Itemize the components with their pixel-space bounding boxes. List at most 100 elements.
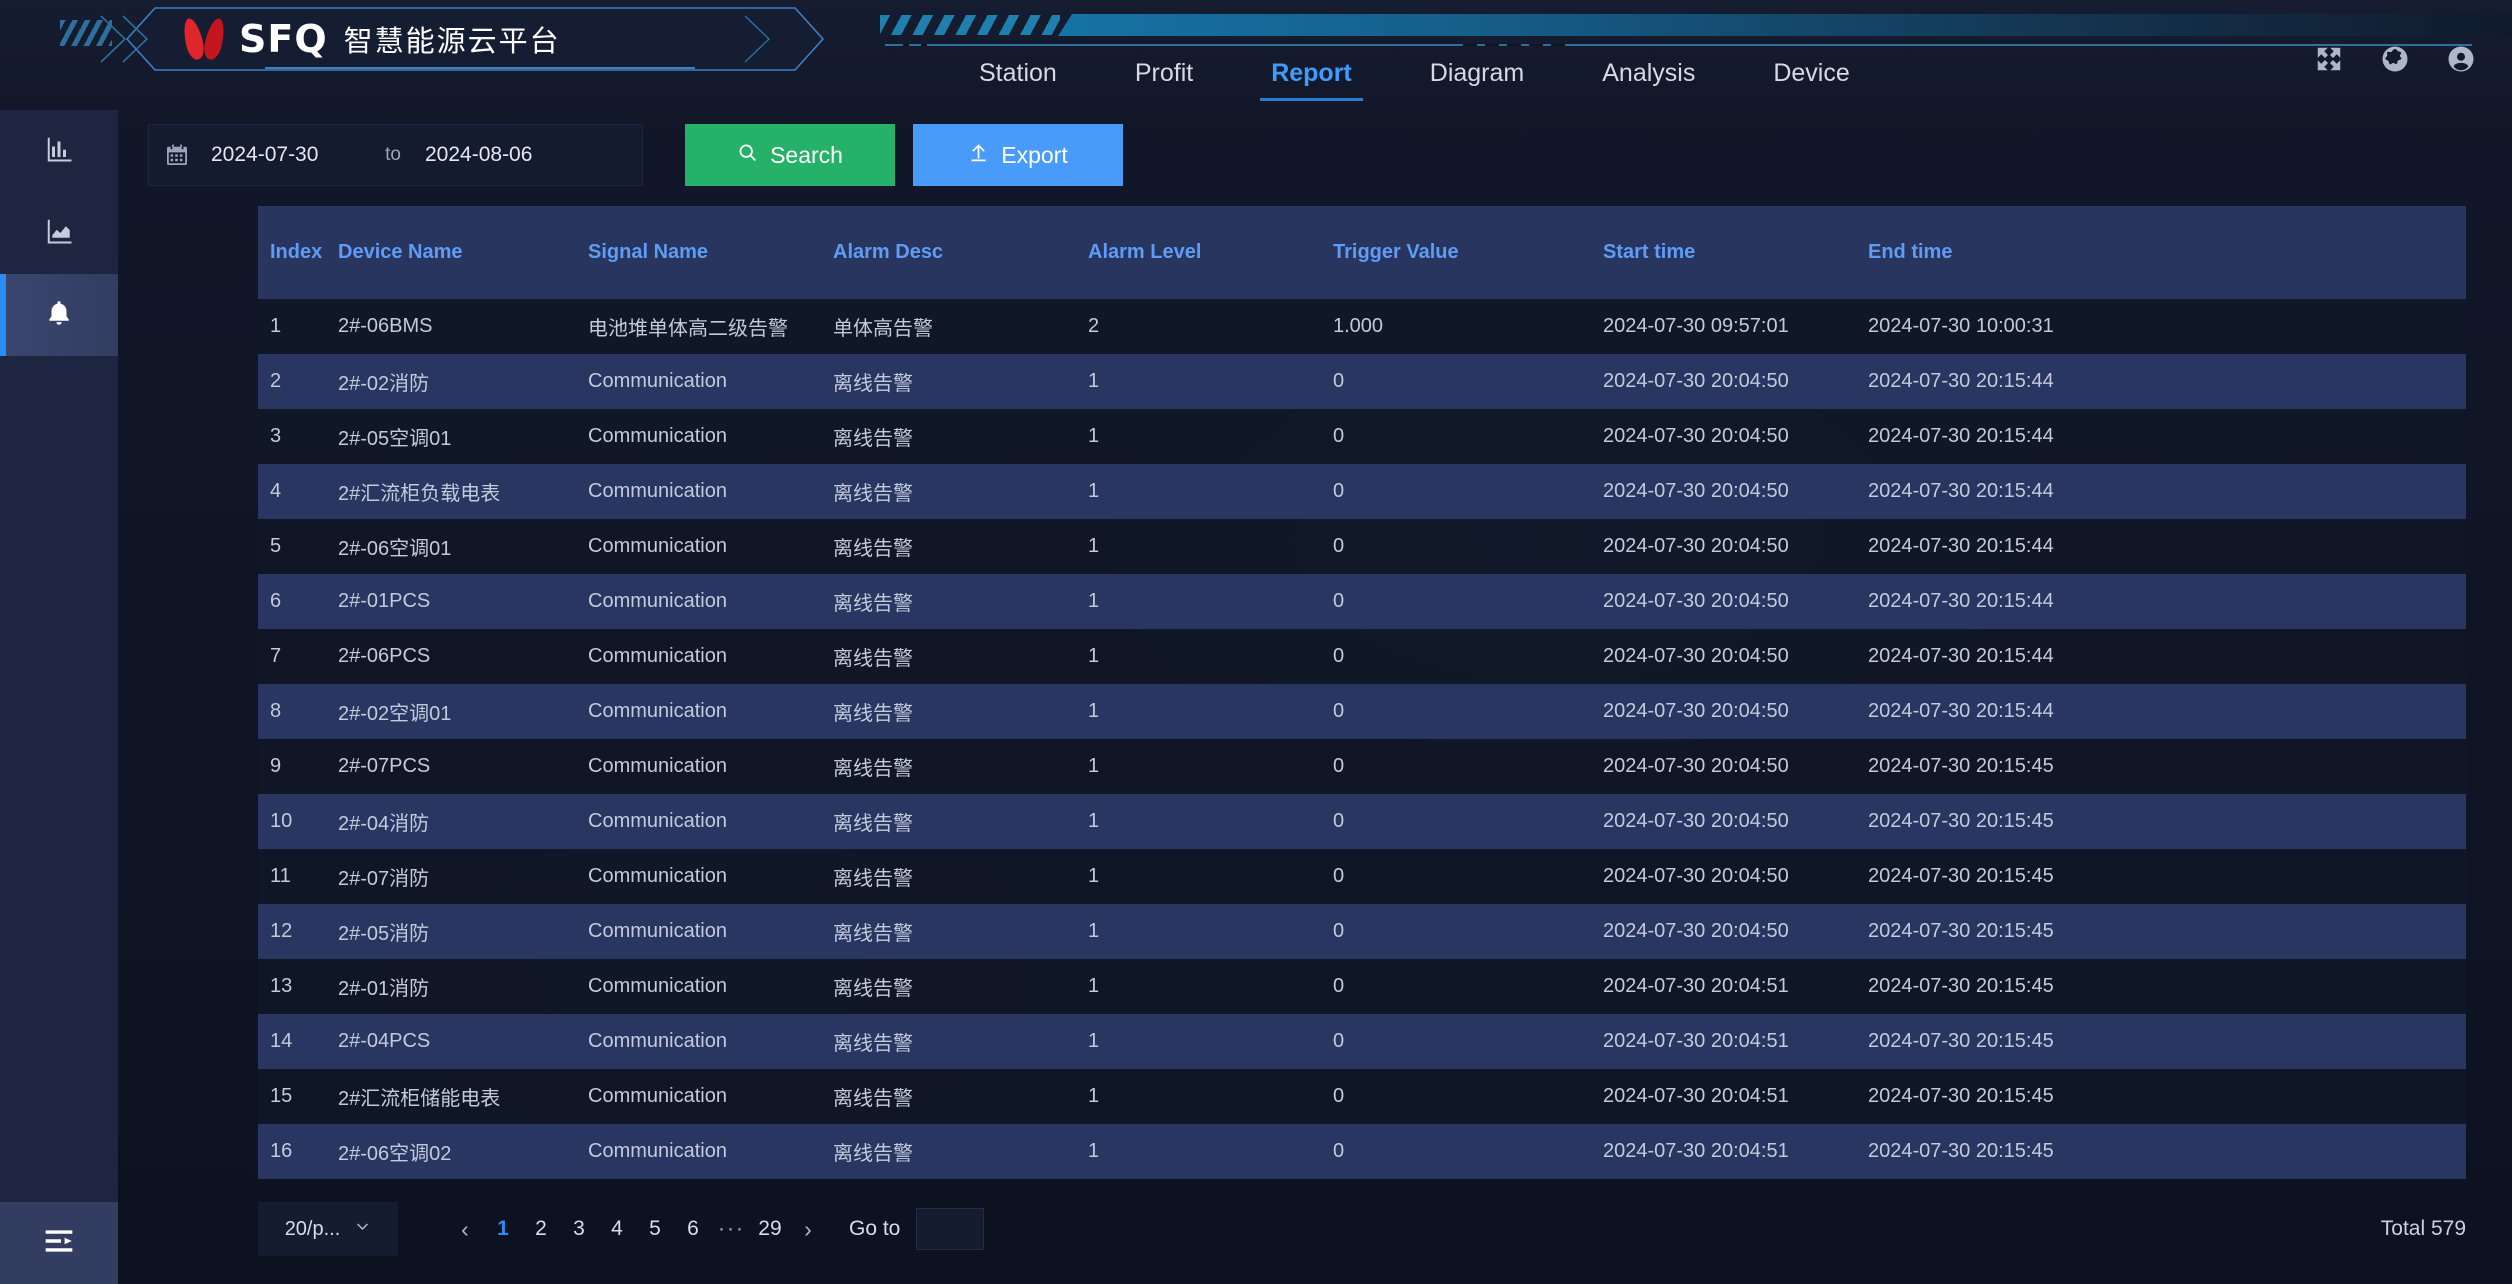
sidebar-collapse-button[interactable] bbox=[0, 1202, 118, 1284]
cell-index: 15 bbox=[258, 1069, 326, 1124]
cell-start-time: 2024-07-30 20:04:51 bbox=[1591, 1014, 1856, 1069]
brand-abbr: SFQ bbox=[239, 17, 328, 61]
cell-device-name: 2#-01消防 bbox=[326, 959, 576, 1014]
column-header-index[interactable]: Index bbox=[258, 206, 326, 299]
nav-label: Diagram bbox=[1429, 58, 1525, 87]
table-row[interactable]: 2 2#-02消防 Communication 离线告警 1 0 2024-07-30 20… bbox=[258, 354, 2466, 409]
cell-signal-name: Communication bbox=[576, 629, 821, 684]
table-row[interactable]: 16 2#-06空调02 Communication 离线告警 1 0 2024-07-30… bbox=[258, 1124, 2466, 1179]
cell-signal-name: Communication bbox=[576, 959, 821, 1014]
column-header-end-time[interactable]: End time bbox=[1856, 206, 2466, 299]
cell-device-name: 2#-06空调01 bbox=[326, 519, 576, 574]
page-size-label: 20/p... bbox=[284, 1217, 341, 1240]
page-button-1[interactable]: 1 bbox=[484, 1208, 522, 1250]
cell-device-name: 2#-07消防 bbox=[326, 849, 576, 904]
cell-device-name: 2#-01PCS bbox=[326, 574, 576, 629]
table-row[interactable]: 1 2#-06BMS 电池堆单体高二级告警 单体高告警 2 1.000 2024-07-30… bbox=[258, 299, 2466, 354]
search-button[interactable]: Search bbox=[685, 124, 895, 186]
column-header-start-time[interactable]: Start time bbox=[1591, 206, 1856, 299]
column-header-alarm-desc[interactable]: Alarm Desc bbox=[821, 206, 1076, 299]
export-button[interactable]: Export bbox=[913, 124, 1123, 186]
prev-page-button[interactable]: ‹ bbox=[446, 1208, 484, 1250]
nav-item-analysis[interactable]: Analysis bbox=[1563, 52, 1734, 94]
column-header-trigger-value[interactable]: Trigger Value bbox=[1321, 206, 1591, 299]
nav-item-station[interactable]: Station bbox=[940, 52, 1096, 94]
cell-trigger-value: 0 bbox=[1321, 354, 1591, 409]
goto-page-input[interactable] bbox=[916, 1208, 985, 1250]
nav-item-profit[interactable]: Profit bbox=[1096, 52, 1232, 94]
cell-alarm-level: 1 bbox=[1076, 959, 1321, 1014]
column-header-alarm-level[interactable]: Alarm Level bbox=[1076, 206, 1321, 299]
cell-device-name: 2#-02消防 bbox=[326, 354, 576, 409]
cell-device-name: 2#-05空调01 bbox=[326, 409, 576, 464]
cell-alarm-level: 1 bbox=[1076, 1014, 1321, 1069]
page-button-4[interactable]: 4 bbox=[598, 1208, 636, 1250]
table-row[interactable]: 15 2#汇流柜储能电表 Communication 离线告警 1 0 2024-07-30… bbox=[258, 1069, 2466, 1124]
table-row[interactable]: 4 2#汇流柜负载电表 Communication 离线告警 1 0 2024-07-30 … bbox=[258, 464, 2466, 519]
page-button-2[interactable]: 2 bbox=[522, 1208, 560, 1250]
table-row[interactable]: 11 2#-07消防 Communication 离线告警 1 0 2024-07-30 2… bbox=[258, 849, 2466, 904]
cell-end-time: 2024-07-30 20:15:45 bbox=[1856, 1014, 2466, 1069]
page-button-6[interactable]: 6 bbox=[674, 1208, 712, 1250]
column-header-signal-name[interactable]: Signal Name bbox=[576, 206, 821, 299]
cell-index: 3 bbox=[258, 409, 326, 464]
cell-trigger-value: 0 bbox=[1321, 1124, 1591, 1179]
end-date-value[interactable]: 2024-08-06 bbox=[425, 143, 575, 167]
table-row[interactable]: 8 2#-02空调01 Communication 离线告警 1 0 2024-07-30 … bbox=[258, 684, 2466, 739]
page-ellipsis[interactable]: ··· bbox=[712, 1208, 751, 1250]
next-page-button[interactable]: › bbox=[789, 1208, 827, 1250]
chevron-down-icon bbox=[354, 1218, 371, 1241]
page-button-3[interactable]: 3 bbox=[560, 1208, 598, 1250]
cell-start-time: 2024-07-30 20:04:50 bbox=[1591, 464, 1856, 519]
cell-start-time: 2024-07-30 20:04:51 bbox=[1591, 1124, 1856, 1179]
cell-signal-name: Communication bbox=[576, 574, 821, 629]
fullscreen-icon[interactable] bbox=[2314, 44, 2344, 74]
table-row[interactable]: 5 2#-06空调01 Communication 离线告警 1 0 2024-07-30 … bbox=[258, 519, 2466, 574]
page-button-5[interactable]: 5 bbox=[636, 1208, 674, 1250]
nav-item-report[interactable]: Report bbox=[1232, 52, 1391, 101]
cell-trigger-value: 0 bbox=[1321, 849, 1591, 904]
calendar-icon bbox=[165, 143, 189, 167]
cell-end-time: 2024-07-30 20:15:45 bbox=[1856, 794, 2466, 849]
cell-device-name: 2#-06PCS bbox=[326, 629, 576, 684]
cell-alarm-level: 1 bbox=[1076, 629, 1321, 684]
user-account-icon[interactable] bbox=[2446, 44, 2476, 74]
app-header: SFQ 智慧能源云平台 Station Profit Report Diagra… bbox=[0, 0, 2512, 110]
table-row[interactable]: 13 2#-01消防 Communication 离线告警 1 0 2024-07-30 2… bbox=[258, 959, 2466, 1014]
table-row[interactable]: 10 2#-04消防 Communication 离线告警 1 0 2024-07-30 2… bbox=[258, 794, 2466, 849]
page-button-29[interactable]: 29 bbox=[751, 1208, 789, 1250]
cell-start-time: 2024-07-30 20:04:50 bbox=[1591, 354, 1856, 409]
nav-item-device[interactable]: Device bbox=[1734, 52, 1888, 94]
cell-index: 7 bbox=[258, 629, 326, 684]
cell-alarm-desc: 离线告警 bbox=[821, 1014, 1076, 1069]
nav-label: Profit bbox=[1134, 58, 1194, 87]
cell-index: 12 bbox=[258, 904, 326, 959]
column-header-device-name[interactable]: Device Name bbox=[326, 206, 576, 299]
sidebar-item-alarm-report[interactable] bbox=[0, 274, 118, 356]
date-range-picker[interactable]: 2024-07-30 to 2024-08-06 bbox=[148, 124, 643, 186]
cell-device-name: 2#-04PCS bbox=[326, 1014, 576, 1069]
globe-icon[interactable] bbox=[2380, 44, 2410, 74]
alarm-report-table: Index Device Name Signal Name Alarm Desc… bbox=[258, 206, 2466, 1179]
table-row[interactable]: 9 2#-07PCS Communication 离线告警 1 0 2024-07-30 2… bbox=[258, 739, 2466, 794]
table-row[interactable]: 12 2#-05消防 Communication 离线告警 1 0 2024-07-30 2… bbox=[258, 904, 2466, 959]
cell-end-time: 2024-07-30 20:15:45 bbox=[1856, 739, 2466, 794]
page-size-select[interactable]: 20/p... bbox=[258, 1202, 398, 1256]
nav-item-diagram[interactable]: Diagram bbox=[1391, 52, 1563, 94]
sidebar-item-trend-report[interactable] bbox=[0, 192, 118, 274]
table-row[interactable]: 7 2#-06PCS Communication 离线告警 1 0 2024-07-30 2… bbox=[258, 629, 2466, 684]
search-icon bbox=[737, 142, 758, 169]
page-number-list: ‹ 1 2 3 4 5 6 ··· 29 › bbox=[446, 1208, 827, 1250]
table-row[interactable]: 3 2#-05空调01 Communication 离线告警 1 0 2024-07-30 … bbox=[258, 409, 2466, 464]
upload-icon bbox=[968, 142, 989, 169]
cell-index: 5 bbox=[258, 519, 326, 574]
cell-index: 11 bbox=[258, 849, 326, 904]
sidebar-item-bar-report[interactable] bbox=[0, 110, 118, 192]
table-row[interactable]: 14 2#-04PCS Communication 离线告警 1 0 2024-07-30 … bbox=[258, 1014, 2466, 1069]
table-row[interactable]: 6 2#-01PCS Communication 离线告警 1 0 2024-07-30 2… bbox=[258, 574, 2466, 629]
cell-device-name: 2#-06空调02 bbox=[326, 1124, 576, 1179]
search-button-label: Search bbox=[770, 141, 843, 168]
start-date-value[interactable]: 2024-07-30 bbox=[211, 143, 361, 167]
cell-trigger-value: 0 bbox=[1321, 739, 1591, 794]
cell-trigger-value: 0 bbox=[1321, 794, 1591, 849]
